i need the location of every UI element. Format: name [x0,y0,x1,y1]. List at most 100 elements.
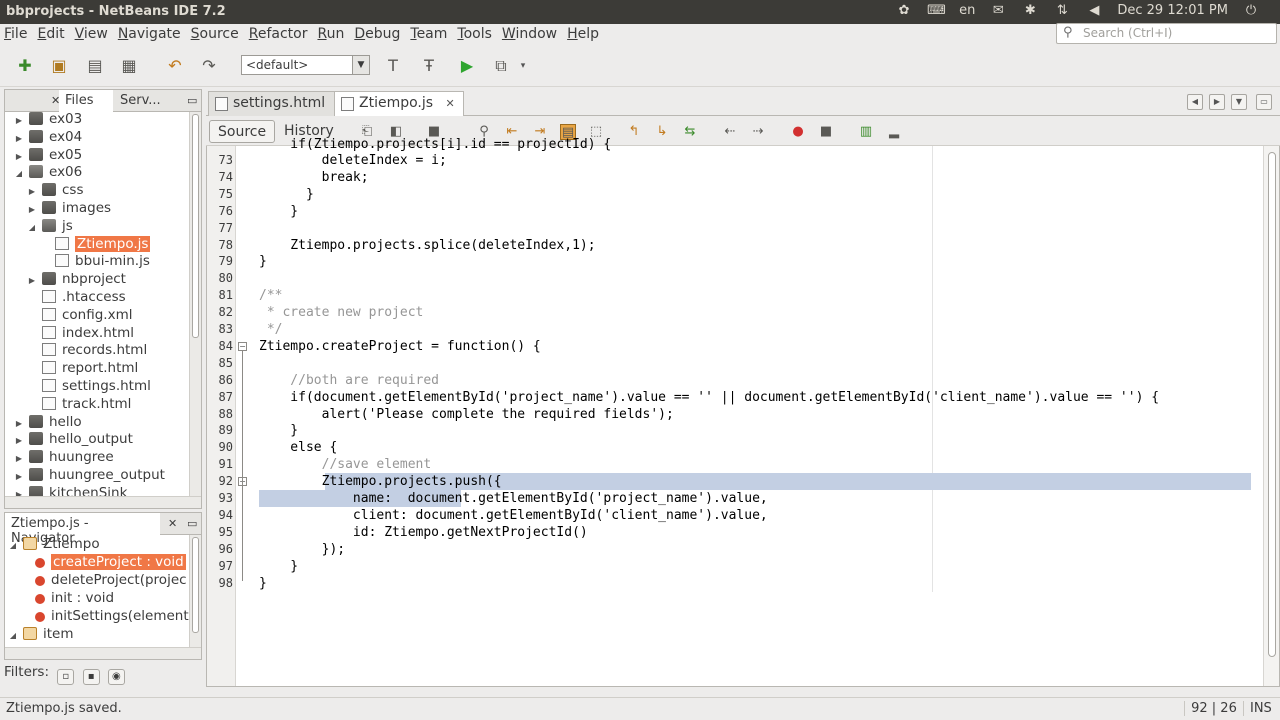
tree-item[interactable]: Ztiempo.js [39,235,151,254]
tree-item[interactable]: ▶ nbproject [26,271,126,289]
navigator-item[interactable]: init : void [21,590,114,608]
tree-item[interactable]: ▶ ex03 [13,112,82,129]
next-bookmark-icon[interactable]: ↳ [654,124,670,140]
minimize-icon[interactable]: ▭ [181,513,203,535]
tree-item[interactable]: track.html [26,396,131,414]
tree-item[interactable]: ▶ ex05 [13,147,82,165]
minimize-icon[interactable]: ▭ [181,90,203,112]
projects-vscroll[interactable] [189,112,201,496]
code-editor[interactable]: 73 74 75 76 77 78 79 80 81 82 83 84 85 86 87 88 89 90 91 92… [206,137,1280,687]
tree-item[interactable]: ▶ images [26,200,111,218]
tree-item[interactable]: ▶ hello_output [13,431,133,449]
menu-source[interactable]: Source [191,26,239,42]
stop-macro-icon[interactable]: ■ [818,124,834,140]
bluetooth-icon[interactable]: ✱ [1021,3,1039,18]
keyboard-language[interactable]: en [959,3,975,18]
open-project-icon[interactable]: ▤ [84,55,106,77]
navigator-item[interactable]: ◢ item [7,626,74,644]
projects-tab-partial[interactable] [5,90,25,112]
tree-item[interactable]: ◢ js [26,218,73,236]
show-opened-documents-icon[interactable]: ▼ [1231,94,1247,110]
previous-bookmark-icon[interactable]: ↰ [626,124,642,140]
menu-help[interactable]: Help [567,26,599,42]
maximize-icon[interactable]: ▭ [1256,94,1272,110]
network-icon[interactable]: ⇅ [1053,3,1071,18]
mail-icon[interactable]: ✉ [989,3,1007,18]
scroll-tabs-right-icon[interactable]: ▶ [1209,94,1225,110]
redo-icon[interactable]: ↷ [198,55,220,77]
quick-search-input[interactable]: ⚲ Search (Ctrl+I) [1056,23,1277,44]
tree-item[interactable]: bbui-min.js [39,253,150,271]
tab-ztiempo-js[interactable]: Ztiempo.js ✕ [334,91,464,116]
volume-icon[interactable]: ◀ [1085,3,1103,18]
tree-item[interactable]: ▶ huungree [13,449,114,467]
messaging-icon[interactable]: ✿ [895,3,913,18]
caret-position[interactable]: 92 | 26 [1184,701,1244,716]
expanded-arrow-icon[interactable]: ◢ [7,541,19,550]
navigator-item[interactable]: ◢ Ztiempo [7,536,100,554]
comment-icon[interactable]: ▥ [858,124,874,140]
new-file-icon[interactable]: ✚ [14,55,36,77]
tree-item[interactable]: records.html [26,342,147,360]
menu-view[interactable]: View [75,26,108,42]
menu-team[interactable]: Team [410,26,447,42]
collapsed-arrow-icon[interactable]: ▶ [26,276,38,285]
collapsed-arrow-icon[interactable]: ▶ [26,187,38,196]
tree-item[interactable]: ▶ css [26,182,84,200]
tree-item[interactable]: settings.html [26,378,151,396]
projects-hscroll[interactable] [5,496,201,508]
insert-mode[interactable]: INS [1250,701,1272,716]
menu-refactor[interactable]: Refactor [249,26,308,42]
debug-icon[interactable]: ⧉ [490,55,512,77]
expanded-arrow-icon[interactable]: ◢ [7,631,19,640]
collapsed-arrow-icon[interactable]: ▶ [13,152,25,161]
filter-fields-icon[interactable]: ▫ [57,669,75,685]
shift-right-icon[interactable]: ⇢ [750,124,766,140]
navigator-item[interactable]: deleteProject(projec [21,572,187,590]
menu-edit[interactable]: Edit [37,26,64,42]
tree-item[interactable]: report.html [26,360,138,378]
close-icon[interactable]: ✕ [446,97,455,110]
clock[interactable]: Dec 29 12:01 PM [1117,3,1228,18]
save-all-icon[interactable]: ▦ [118,55,140,77]
run-icon[interactable]: ▶ [456,55,478,77]
build-icon[interactable]: T [382,55,404,77]
new-project-icon[interactable]: ▣ [48,55,70,77]
scroll-thumb[interactable] [192,114,199,338]
menu-tools[interactable]: Tools [457,26,492,42]
editor-vscroll[interactable] [1263,146,1279,686]
tree-item[interactable]: config.xml [26,307,133,325]
menu-window[interactable]: Window [502,26,557,42]
filter-static-icon[interactable]: ▪ [82,669,100,685]
tree-item[interactable]: index.html [26,325,134,343]
start-macro-icon[interactable]: ● [790,124,806,140]
collapsed-arrow-icon[interactable]: ▶ [13,436,25,445]
tree-item[interactable]: ▶ huungree_output [13,467,165,485]
uncomment-icon[interactable]: ▂ [886,124,902,140]
shift-left-icon[interactable]: ⇠ [722,124,738,140]
navigator-vscroll[interactable] [189,535,201,647]
filter-private-icon[interactable]: ◉ [107,669,125,685]
tree-item[interactable]: ▶ hello [13,414,82,432]
collapsed-arrow-icon[interactable]: ▶ [13,454,25,463]
tree-item[interactable]: ▶ ex04 [13,129,82,147]
menu-navigate[interactable]: Navigate [118,26,181,42]
tree-item[interactable]: .htaccess [26,289,126,307]
collapsed-arrow-icon[interactable]: ▶ [13,116,25,125]
tree-item[interactable]: ◢ ex06 [13,164,82,182]
tab-files[interactable]: Files [59,90,113,112]
menu-run[interactable]: Run [317,26,344,42]
debug-dropdown-icon[interactable]: ▾ [512,55,534,77]
collapsed-arrow-icon[interactable]: ▶ [13,472,25,481]
power-icon[interactable]: ⏻ [1242,3,1260,18]
configuration-select[interactable]: <default> ▼ [241,55,370,75]
keyboard-icon[interactable]: ⌨ [927,3,946,18]
expanded-arrow-icon[interactable]: ◢ [13,169,25,178]
scroll-thumb[interactable] [1268,152,1276,657]
menu-file[interactable]: File [4,26,27,42]
fold-collapse-icon[interactable]: − [238,341,247,351]
navigator-item[interactable]: createProject : void [21,553,186,572]
tab-services[interactable]: Serv... [114,90,176,112]
undo-icon[interactable]: ↶ [164,55,186,77]
clean-build-icon[interactable]: Ŧ [418,55,440,77]
